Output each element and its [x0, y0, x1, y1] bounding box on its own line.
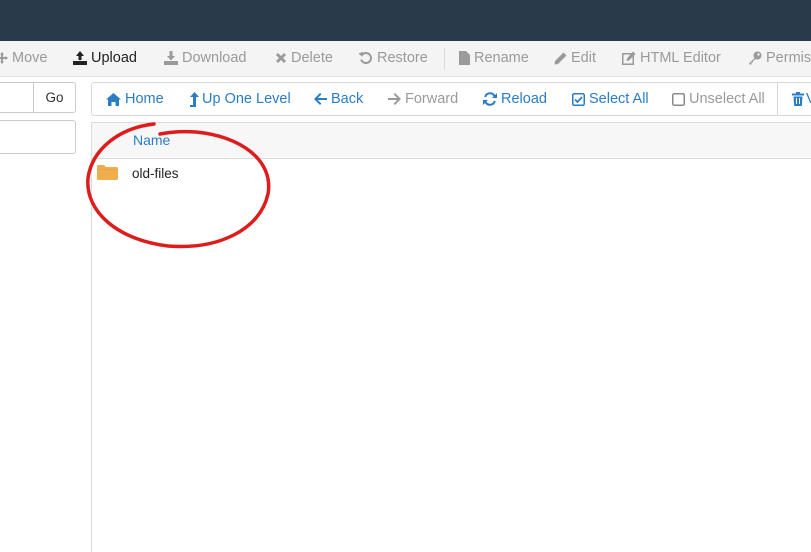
unselect-all-label: Unselect All	[689, 91, 765, 107]
arrow-left-icon	[314, 93, 327, 106]
download-icon	[164, 51, 178, 66]
home-button[interactable]: Home	[106, 83, 164, 115]
restore-button[interactable]: Restore	[359, 41, 428, 76]
nav-divider	[777, 83, 778, 115]
delete-button[interactable]: Delete	[275, 41, 333, 76]
reload-label: Reload	[501, 91, 547, 107]
back-label: Back	[331, 91, 364, 107]
file-manager-toolbar: Move Upload Download Delete Restore Rena…	[0, 41, 811, 77]
download-button[interactable]: Download	[164, 41, 247, 76]
folder-icon	[97, 165, 118, 183]
reload-button[interactable]: Reload	[483, 83, 547, 115]
go-button[interactable]: Go	[33, 82, 76, 113]
trash-icon	[792, 92, 804, 107]
checkbox-checked-icon	[572, 92, 585, 106]
top-bar	[0, 0, 811, 41]
upload-label: Upload	[91, 50, 137, 66]
permissions-label: Permis	[766, 50, 811, 66]
file-list-header: Name	[92, 123, 811, 159]
html-editor-button[interactable]: HTML Editor	[622, 41, 721, 76]
level-up-icon	[190, 91, 199, 107]
home-label: Home	[125, 91, 164, 107]
toolbar-divider	[444, 48, 445, 70]
download-label: Download	[182, 50, 247, 66]
upload-button[interactable]: Upload	[73, 41, 137, 76]
move-label: Move	[12, 50, 48, 66]
pencil-icon	[554, 52, 567, 65]
back-button[interactable]: Back	[314, 83, 363, 115]
navigation-bar: Home Up One Level Back Forward Reload Se…	[91, 82, 811, 116]
rename-button[interactable]: Rename	[459, 41, 529, 76]
move-button[interactable]: Move	[0, 41, 47, 76]
file-list-panel: Name old-files	[91, 122, 811, 552]
select-all-label: Select All	[589, 91, 649, 107]
upload-icon	[73, 51, 87, 66]
html-editor-icon	[622, 51, 636, 66]
file-icon	[459, 51, 470, 66]
edit-button[interactable]: Edit	[554, 41, 596, 76]
up-one-level-button[interactable]: Up One Level	[190, 83, 291, 115]
view-trash-button[interactable]: V	[792, 83, 811, 115]
checkbox-empty-icon	[672, 92, 685, 106]
unselect-all-button[interactable]: Unselect All	[672, 83, 765, 115]
delete-icon	[275, 52, 287, 64]
restore-icon	[359, 51, 373, 65]
restore-label: Restore	[377, 50, 428, 66]
forward-button[interactable]: Forward	[388, 83, 458, 115]
view-trash-label: V	[806, 91, 811, 107]
permissions-button[interactable]: Permis	[748, 41, 811, 76]
key-icon	[748, 51, 762, 65]
path-input[interactable]	[0, 82, 33, 113]
select-all-button[interactable]: Select All	[572, 83, 649, 115]
rename-label: Rename	[474, 50, 529, 66]
move-icon	[0, 52, 8, 65]
html-editor-label: HTML Editor	[640, 50, 721, 66]
delete-label: Delete	[291, 50, 333, 66]
arrow-right-icon	[388, 93, 401, 106]
directory-tree-box[interactable]	[0, 120, 76, 154]
file-name: old-files	[132, 166, 179, 181]
refresh-icon	[483, 92, 497, 106]
forward-label: Forward	[405, 91, 459, 107]
name-column-header[interactable]: Name	[133, 132, 170, 148]
up-one-level-label: Up One Level	[202, 91, 291, 107]
file-row[interactable]: old-files	[92, 159, 811, 189]
edit-label: Edit	[571, 50, 596, 66]
home-icon	[106, 92, 121, 106]
